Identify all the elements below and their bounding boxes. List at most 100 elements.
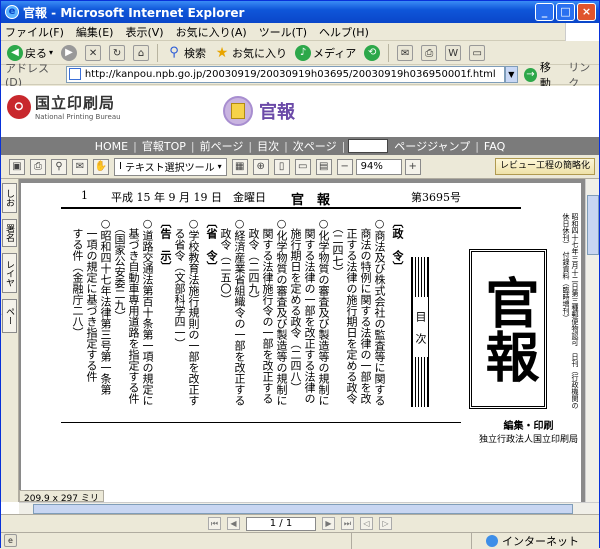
page-navigation: ⏮ ◀ 1 / 1 ▶ ⏭ ◁ ▷	[1, 514, 599, 532]
close-button[interactable]: ×	[577, 3, 596, 21]
horizontal-scrollbar[interactable]	[19, 502, 599, 514]
gazette-column: ○化学物質の審査及び製造等の規制に	[275, 217, 288, 406]
gazette-column: 政令（二四九）	[247, 217, 260, 305]
forward-button[interactable]: ▶	[59, 44, 79, 61]
page-size: 209.9 x 297 ミリ	[19, 490, 104, 504]
refresh-icon: ↻	[109, 44, 126, 61]
nav-prev-page[interactable]: 前ページ	[196, 138, 248, 154]
nav-home[interactable]: HOME	[91, 140, 132, 153]
nav-kanpo-top[interactable]: 官報TOP	[138, 138, 190, 154]
actual-size-icon[interactable]: ▯	[273, 158, 290, 175]
menu-file[interactable]: ファイル(F)	[5, 24, 64, 40]
gazette-page-number: 1	[81, 189, 88, 202]
home-button[interactable]: ⌂	[131, 44, 151, 61]
zoom-input[interactable]: 94%	[355, 158, 402, 175]
next-page-button[interactable]: ▶	[322, 517, 335, 530]
menu-favorites[interactable]: お気に入り(A)	[176, 24, 247, 40]
gazette-column: 〔省 令〕	[205, 217, 218, 272]
menu-edit[interactable]: 編集(E)	[76, 24, 114, 40]
menu-bar: ファイル(F) 編集(E) 表示(V) お気に入り(A) ツール(T) ヘルプ(…	[1, 23, 599, 41]
tab-layers[interactable]: レイヤー	[2, 253, 17, 293]
nav-toc[interactable]: 目次	[253, 138, 283, 154]
history-button[interactable]: ⟲	[362, 44, 382, 61]
text-select-tool[interactable]: I テキスト選択ツール ▾	[114, 157, 227, 176]
fit-width-icon[interactable]: ▤	[315, 158, 332, 175]
save-icon[interactable]: ▣	[9, 158, 25, 175]
text-cursor-icon: I	[119, 161, 122, 172]
tab-bookmarks[interactable]: しおり	[2, 183, 17, 213]
menu-tools[interactable]: ツール(T)	[259, 24, 307, 40]
npb-logo[interactable]: ੦ 国立印刷局 National Printing Bureau	[7, 92, 121, 121]
media-button[interactable]: ♪ メディア	[293, 44, 358, 61]
mail-button[interactable]: ✉	[395, 44, 415, 61]
address-label: アドレス(D)	[5, 62, 49, 89]
tab-signatures[interactable]: 署名	[2, 219, 17, 247]
print-button[interactable]: ⎙	[419, 44, 439, 61]
gazette-column: る省令（文部科学四一）	[173, 217, 186, 349]
next-view-button[interactable]: ▷	[379, 517, 392, 530]
windows-logo-icon	[565, 23, 599, 41]
stop-button[interactable]: ✕	[83, 44, 103, 61]
history-icon: ⟲	[364, 44, 381, 61]
tab-pages[interactable]: ページ	[2, 299, 17, 333]
gazette-column: する件（金融庁二八）	[71, 217, 84, 338]
word-icon: W	[445, 44, 462, 61]
back-button[interactable]: ◀ 戻る ▾	[5, 44, 55, 61]
gazette-column: （二四七）	[331, 217, 344, 278]
gazette-masthead: 官報	[469, 249, 547, 409]
review-button[interactable]: レビュー工程の簡略化	[495, 158, 595, 175]
browser-window: e 官報 - Microsoft Internet Explorer _ □ ×…	[0, 0, 600, 549]
chevron-down-icon: ▾	[49, 48, 54, 57]
gazette-page: 1 平成 15 年 9 月 19 日 金曜日 官 報 第3695号 〔政 令〕 ○…	[21, 183, 581, 502]
prev-view-button[interactable]: ◁	[360, 517, 373, 530]
contents-label: 目 次	[411, 257, 429, 407]
menu-view[interactable]: 表示(V)	[125, 24, 163, 40]
zoom-in-button[interactable]: +	[404, 158, 421, 175]
minimize-button[interactable]: _	[535, 3, 554, 21]
page-indicator[interactable]: 1 / 1	[246, 516, 316, 531]
email-icon[interactable]: ✉	[72, 158, 88, 175]
last-page-button[interactable]: ⏭	[341, 517, 354, 530]
nav-next-page[interactable]: 次ページ	[289, 138, 341, 154]
word-button[interactable]: W	[443, 44, 463, 61]
acrobat-toolbar: ▣ ⎙ ⚲ ✉ ✋ I テキスト選択ツール ▾ ▦ ⊕ ▯ ▭ ▤ − 94% …	[1, 155, 599, 179]
address-dropdown[interactable]: ▼	[504, 66, 518, 83]
nav-faq[interactable]: FAQ	[480, 140, 509, 153]
stop-icon: ✕	[85, 44, 102, 61]
prev-page-button[interactable]: ◀	[227, 517, 240, 530]
zoom-out-button[interactable]: −	[336, 158, 353, 175]
refresh-button[interactable]: ↻	[107, 44, 127, 61]
nav-page-jump[interactable]: ページジャンプ	[390, 138, 474, 154]
gazette-column: 施行期日を定める政令（二四八）	[289, 217, 302, 393]
gazette-name: 官 報	[291, 193, 331, 208]
first-page-button[interactable]: ⏮	[208, 517, 221, 530]
address-bar: アドレス(D) http://kanpou.npb.go.jp/20030919…	[1, 61, 599, 90]
zoom-in-icon[interactable]: ⊕	[252, 158, 269, 175]
maximize-button[interactable]: □	[556, 3, 575, 21]
favorites-button[interactable]: ★ お気に入り	[212, 45, 289, 61]
page-icon	[68, 68, 81, 80]
window-title: 官報 - Microsoft Internet Explorer	[23, 5, 245, 20]
print-icon: ⎙	[421, 44, 438, 61]
find-icon[interactable]: ⚲	[51, 158, 67, 175]
vertical-scrollbar[interactable]	[585, 179, 599, 502]
address-input[interactable]: http://kanpou.npb.go.jp/20030919/2003091…	[65, 66, 505, 83]
mail-icon: ✉	[397, 44, 414, 61]
gazette-column: 正する法律の施行期日を定める政令	[345, 217, 358, 404]
hand-tool-icon[interactable]: ✋	[93, 158, 109, 175]
discuss-button[interactable]: ▭	[467, 44, 487, 61]
gazette-column: ○道路交通法第百十条第一項の規定に	[141, 217, 154, 406]
gazette-column: 政令（二五〇）	[219, 217, 232, 305]
page-jump-input[interactable]	[348, 139, 389, 153]
document-view[interactable]: 1 平成 15 年 9 月 19 日 金曜日 官 報 第3695号 〔政 令〕 ○…	[19, 179, 585, 502]
print-icon[interactable]: ⎙	[30, 158, 46, 175]
media-icon: ♪	[295, 44, 312, 61]
fit-page-icon[interactable]: ▭	[294, 158, 311, 175]
snapshot-icon[interactable]: ▦	[231, 158, 248, 175]
search-button[interactable]: ⚲ 検索	[164, 45, 208, 61]
gazette-column: ○昭和四十七年法律第三号第一条第	[99, 217, 112, 395]
ie-icon: e	[5, 5, 19, 19]
star-icon: ★	[215, 44, 229, 61]
menu-help[interactable]: ヘルプ(H)	[319, 24, 369, 40]
title-bar: e 官報 - Microsoft Internet Explorer _ □ ×	[1, 1, 599, 23]
